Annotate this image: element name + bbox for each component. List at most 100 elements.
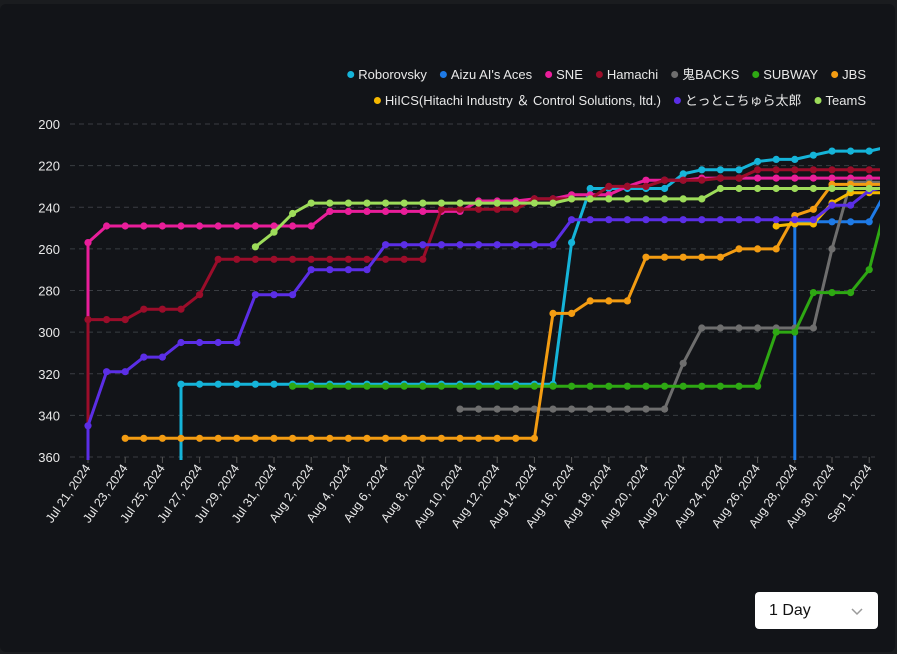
legend-swatch: [814, 97, 822, 104]
data-point: [475, 405, 483, 413]
data-point: [698, 382, 706, 390]
data-point: [307, 199, 315, 207]
data-point: [809, 216, 818, 224]
data-point: [661, 382, 669, 390]
data-point: [382, 255, 390, 263]
legend-item[interactable]: HiICS(Hitachi Industry ＆ Control Solutio…: [373, 93, 661, 108]
data-point: [493, 405, 501, 413]
data-point: [661, 405, 669, 413]
data-point: [512, 382, 520, 390]
data-point: [623, 382, 632, 390]
data-point: [475, 199, 483, 207]
y-tick-label: 260: [38, 242, 60, 257]
legend-item[interactable]: Aizu AI's Aces: [439, 67, 533, 82]
data-point: [809, 324, 818, 332]
data-point: [177, 222, 185, 230]
data-point: [865, 184, 873, 193]
data-point: [716, 166, 725, 174]
data-point: [865, 218, 873, 226]
data-point: [884, 183, 891, 190]
data-point: [809, 166, 818, 174]
data-point: [344, 434, 352, 442]
data-point: [84, 422, 92, 430]
legend-label: Aizu AI's Aces: [451, 67, 533, 82]
data-point: [140, 305, 148, 313]
data-point: [419, 207, 427, 215]
data-point: [233, 434, 241, 442]
data-point: [270, 434, 278, 442]
data-point: [698, 176, 706, 184]
data-point: [326, 266, 334, 274]
legend-item[interactable]: Roborovsky: [347, 67, 427, 82]
legend-item[interactable]: JBS: [831, 67, 866, 82]
data-point: [623, 405, 632, 413]
data-point: [530, 199, 539, 207]
data-point: [698, 324, 706, 332]
data-point: [251, 291, 259, 299]
data-point: [828, 174, 836, 182]
data-point: [549, 382, 557, 390]
data-point: [214, 338, 222, 347]
data-point: [791, 155, 799, 163]
data-point: [828, 289, 836, 297]
data-point: [475, 205, 483, 213]
data-point: [884, 143, 891, 150]
data-point: [437, 205, 445, 213]
data-point: [586, 184, 594, 193]
data-point: [196, 380, 204, 388]
data-point: [530, 434, 539, 442]
legend-item[interactable]: SNE: [545, 67, 583, 82]
legend-label: SUBWAY: [763, 67, 818, 82]
data-point: [233, 380, 241, 388]
data-point: [289, 255, 297, 263]
legend-item[interactable]: 鬼BACKS: [671, 67, 740, 82]
data-point: [456, 241, 464, 249]
legend-item[interactable]: TeamS: [814, 93, 867, 108]
data-point: [214, 222, 222, 230]
data-point: [642, 216, 650, 224]
data-point: [772, 174, 780, 182]
data-point: [214, 255, 222, 263]
data-point: [456, 405, 464, 413]
legend-item[interactable]: とっとこちゅら太郎: [673, 93, 802, 108]
data-point: [735, 245, 743, 253]
data-point: [828, 184, 836, 193]
data-point: [772, 155, 780, 163]
legend-swatch: [831, 71, 839, 78]
data-point: [698, 195, 706, 203]
data-point: [605, 297, 613, 305]
legend-item[interactable]: SUBWAY: [752, 67, 818, 82]
data-point: [251, 222, 259, 230]
data-point: [512, 241, 520, 249]
data-point: [735, 166, 743, 174]
legend-swatch: [673, 97, 681, 104]
data-point: [791, 184, 799, 193]
data-point: [251, 243, 259, 251]
data-point: [847, 218, 855, 226]
data-point: [437, 199, 445, 207]
data-point: [791, 174, 799, 182]
data-point: [568, 309, 576, 317]
data-point: [809, 184, 818, 193]
data-point: [289, 434, 297, 442]
data-point: [754, 174, 762, 182]
data-point: [586, 405, 594, 413]
data-point: [754, 184, 762, 193]
range-select[interactable]: 1 Day: [755, 592, 878, 629]
data-point: [326, 434, 334, 442]
data-point: [772, 216, 780, 224]
legend[interactable]: Roborovsky Aizu AI's Aces SNE Hamachi 鬼BACKS…: [347, 67, 866, 108]
data-point: [828, 245, 836, 253]
data-point: [493, 241, 501, 249]
legend-item[interactable]: Hamachi: [595, 67, 658, 82]
data-point: [735, 324, 743, 332]
data-point: [549, 309, 557, 317]
data-point: [772, 222, 780, 230]
data-point: [884, 175, 891, 182]
y-tick-label: 320: [38, 367, 60, 382]
data-point: [326, 207, 334, 215]
series-6: [121, 180, 880, 442]
data-point: [307, 382, 315, 390]
data-point: [251, 380, 259, 388]
data-point: [642, 176, 650, 184]
